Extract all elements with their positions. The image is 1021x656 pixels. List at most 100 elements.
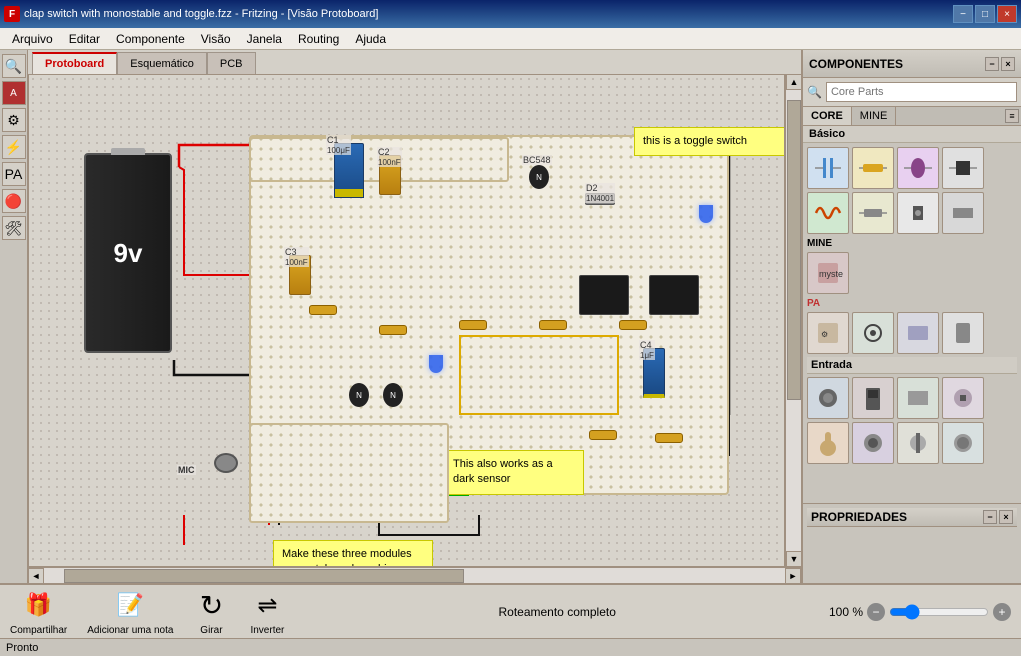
window-controls[interactable]: − □ × xyxy=(953,5,1017,23)
part-entrada-8[interactable] xyxy=(942,422,984,464)
callout-modules: Make these three modules separately and … xyxy=(273,540,433,567)
label-bc548: BC548 xyxy=(522,155,552,165)
zoom-in-button[interactable]: + xyxy=(993,603,1011,621)
menu-janela[interactable]: Janela xyxy=(239,30,290,48)
menu-editar[interactable]: Editar xyxy=(61,30,108,48)
note-label: Adicionar uma nota xyxy=(87,625,173,636)
menu-ajuda[interactable]: Ajuda xyxy=(347,30,394,48)
hscroll-thumb[interactable] xyxy=(64,569,464,583)
share-button[interactable]: 🎁 Compartilhar xyxy=(10,587,67,636)
part-item-pa-3[interactable] xyxy=(897,312,939,354)
vertical-scrollbar[interactable]: ▲ ▼ xyxy=(785,74,801,567)
zoom-out-button[interactable]: − xyxy=(867,603,885,621)
parts-grid: MINE mystery PA ⚙ xyxy=(803,143,1021,503)
prop-minimize-button[interactable]: − xyxy=(983,510,997,524)
part-item-5[interactable] xyxy=(807,192,849,234)
part-item-pa-4[interactable] xyxy=(942,312,984,354)
canvas-viewport[interactable]: 9v C1100μF xyxy=(28,74,785,567)
flip-label: Inverter xyxy=(250,625,284,636)
minimize-button[interactable]: − xyxy=(953,5,973,23)
search-icon: 🔍 xyxy=(807,85,822,99)
sidebar-icon-7[interactable]: 🛠 xyxy=(2,216,26,240)
parts-menu-button[interactable]: ≡ xyxy=(1005,109,1019,123)
scroll-up-button[interactable]: ▲ xyxy=(786,74,802,90)
mine-label: MINE xyxy=(807,238,842,249)
parts-row-mine: MINE xyxy=(807,238,1017,249)
zoom-slider[interactable] xyxy=(889,604,989,620)
tab-protoboard[interactable]: Protoboard xyxy=(32,52,117,74)
sidebar-icon-1[interactable]: 🔍 xyxy=(2,54,26,78)
part-entrada-5[interactable] xyxy=(807,422,849,464)
part-entrada-1[interactable] xyxy=(807,377,849,419)
flip-button[interactable]: ⇌ Inverter xyxy=(249,587,285,636)
part-item-8[interactable] xyxy=(942,192,984,234)
hscroll-track[interactable] xyxy=(44,568,785,583)
section-entrada-label: Entrada xyxy=(807,357,1017,374)
canvas-area: Protoboard Esquemático PCB xyxy=(28,50,801,583)
part-item-mystery[interactable]: mystery xyxy=(807,252,849,294)
led-blue-top xyxy=(699,205,713,223)
parts-tab-mine[interactable]: MINE xyxy=(852,107,897,125)
label-c4: C41μF xyxy=(639,340,655,360)
zoom-controls: 100 % − + xyxy=(829,603,1011,621)
tab-pcb[interactable]: PCB xyxy=(207,52,256,74)
close-button[interactable]: × xyxy=(997,5,1017,23)
sidebar-icon-2[interactable]: A xyxy=(2,81,26,105)
scroll-down-button[interactable]: ▼ xyxy=(786,551,802,567)
part-item-4[interactable] xyxy=(942,147,984,189)
microphone xyxy=(214,453,238,473)
menu-arquivo[interactable]: Arquivo xyxy=(4,30,61,48)
resistor-9 xyxy=(655,433,683,443)
part-item-3[interactable] xyxy=(897,147,939,189)
part-entrada-2[interactable] xyxy=(852,377,894,419)
app-icon: F xyxy=(4,6,20,22)
maximize-button[interactable]: □ xyxy=(975,5,995,23)
scroll-track[interactable] xyxy=(786,90,801,551)
menu-componente[interactable]: Componente xyxy=(108,30,193,48)
panel-close-button[interactable]: × xyxy=(1001,57,1015,71)
breadboard-yellow-frame[interactable] xyxy=(459,335,619,415)
label-c1: C1100μF xyxy=(326,135,351,155)
parts-tab-core[interactable]: CORE xyxy=(803,107,852,125)
part-item-6[interactable] xyxy=(852,192,894,234)
horizontal-scrollbar[interactable]: ◄ ► xyxy=(28,567,801,583)
part-entrada-3[interactable] xyxy=(897,377,939,419)
add-note-button[interactable]: 📝 Adicionar uma nota xyxy=(87,587,173,636)
sidebar-icon-3[interactable]: ⚙ xyxy=(2,108,26,132)
breadboard-small-bottom[interactable] xyxy=(249,423,449,523)
part-item-7[interactable] xyxy=(897,192,939,234)
part-item-2[interactable] xyxy=(852,147,894,189)
part-entrada-6[interactable] xyxy=(852,422,894,464)
svg-text:mystery: mystery xyxy=(819,269,843,279)
part-item-1[interactable] xyxy=(807,147,849,189)
search-input[interactable] xyxy=(826,82,1017,102)
ic-chip-1 xyxy=(579,275,629,315)
flip-icon: ⇌ xyxy=(249,587,285,623)
sidebar-icon-6[interactable]: 🔴 xyxy=(2,189,26,213)
panel-minimize-button[interactable]: − xyxy=(985,57,999,71)
callout-dark-sensor: This also works as a dark sensor xyxy=(444,450,584,495)
menu-routing[interactable]: Routing xyxy=(290,30,347,48)
sidebar-icon-5[interactable]: PA xyxy=(2,162,26,186)
menu-visao[interactable]: Visão xyxy=(193,30,239,48)
transistor-2: N xyxy=(383,383,403,407)
part-item-pa-2[interactable] xyxy=(852,312,894,354)
main-layout: 🔍 A ⚙ ⚡ PA 🔴 🛠 Protoboard Esquemático PC… xyxy=(0,50,1021,583)
prop-close-button[interactable]: × xyxy=(999,510,1013,524)
part-entrada-4[interactable] xyxy=(942,377,984,419)
search-bar: 🔍 xyxy=(803,78,1021,107)
sidebar-icon-4[interactable]: ⚡ xyxy=(2,135,26,159)
ic-chip-2 xyxy=(649,275,699,315)
part-entrada-7[interactable] xyxy=(897,422,939,464)
scroll-thumb[interactable] xyxy=(787,100,801,400)
resistor-8 xyxy=(589,430,617,440)
parts-row-entrada-1 xyxy=(807,377,1017,419)
zoom-label: 100 % xyxy=(829,605,863,619)
part-item-pa-1[interactable]: ⚙ xyxy=(807,312,849,354)
scroll-right-button[interactable]: ► xyxy=(785,568,801,584)
components-panel-header: COMPONENTES − × xyxy=(803,50,1021,78)
parts-row-mine-items: mystery xyxy=(807,252,1017,294)
tab-esquematico[interactable]: Esquemático xyxy=(117,52,207,74)
scroll-left-button[interactable]: ◄ xyxy=(28,568,44,584)
rotate-button[interactable]: ↻ Girar xyxy=(193,587,229,636)
